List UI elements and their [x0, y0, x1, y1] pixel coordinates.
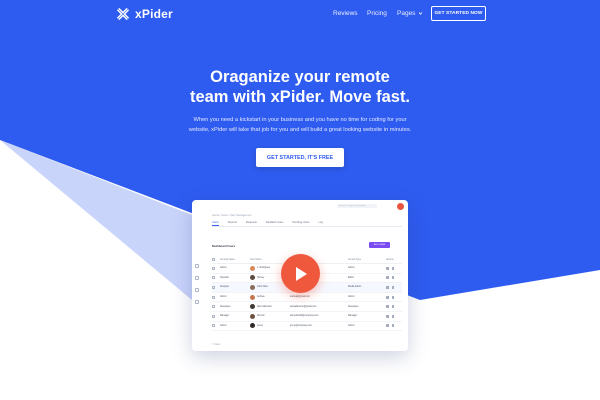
edit-icon	[391, 276, 394, 280]
row-email: andrea@gmail.com	[290, 296, 310, 299]
table-row: Manager Ahmed ahmedshah@company.com Manager	[212, 312, 402, 322]
row-checkbox	[212, 324, 220, 328]
row-actions	[386, 276, 402, 280]
table-row: Admin Jenny jenny@company.com Admin	[212, 322, 402, 332]
row-account-name: Developer	[220, 305, 231, 308]
row-access-type: Editor	[348, 276, 355, 279]
preview-add-user-button: ADD USER	[369, 242, 390, 248]
row-actions	[386, 324, 402, 328]
edit-icon	[391, 285, 394, 289]
row-checkbox	[212, 314, 220, 318]
row-user: Ahmed	[250, 313, 290, 319]
trash-icon	[386, 314, 389, 318]
col-user-name: User Name	[250, 258, 262, 261]
row-checkbox	[212, 276, 220, 280]
nav-link-reviews[interactable]: Reviews	[333, 10, 358, 17]
nav-dropdown-pages[interactable]: Pages	[397, 10, 423, 17]
col-access-type: Access Type	[348, 258, 361, 261]
avatar	[250, 275, 255, 281]
hero-subtext: When you need a kickstart in your busine…	[170, 116, 430, 135]
row-access-type: Admin	[348, 267, 355, 270]
subtext-line-1: When you need a kickstart in your busine…	[193, 117, 407, 123]
row-email: jenny@company.com	[290, 324, 312, 327]
edit-icon	[391, 314, 394, 318]
brand-name: xPider	[135, 7, 173, 21]
avatar	[250, 284, 255, 290]
avatar	[250, 313, 255, 319]
col-account-name: Account Name	[220, 258, 236, 261]
row-access-type: Media Admin	[348, 286, 362, 289]
table-row: Developer Sam Adamson samadamson@gmail.com…	[212, 302, 402, 312]
row-account-name: Operator	[220, 276, 230, 279]
preview-tab-divider	[212, 226, 402, 227]
row-account-name: Designer	[220, 286, 230, 289]
get-started-now-button[interactable]: GET STARTED NOW	[431, 6, 486, 21]
trash-icon	[386, 266, 389, 270]
headline-line-2: team with xPider. Move fast.	[189, 88, 411, 106]
sidebar-home-icon	[195, 264, 199, 268]
row-user: Sam Adamson	[250, 304, 290, 310]
row-actions	[386, 285, 402, 289]
hero-headline: Oraganize your remote team with xPider. …	[150, 67, 450, 107]
chevron-down-icon	[419, 12, 423, 15]
row-access-type: Admin	[348, 324, 355, 327]
row-access-type: Admin	[348, 296, 355, 299]
subtext-line-2: website, xPider will take that job for y…	[188, 126, 412, 133]
row-user: Andrea	[250, 294, 290, 300]
row-account-name: Admin	[220, 324, 227, 327]
xpider-logo-icon	[116, 7, 130, 21]
row-account-name: Admin	[220, 267, 227, 270]
preview-user-avatar	[397, 203, 404, 210]
preview-search-input: Search or type a command	[337, 204, 377, 208]
trash-icon	[386, 276, 389, 280]
avatar	[250, 323, 255, 329]
edit-icon	[391, 324, 394, 328]
avatar	[250, 265, 255, 271]
row-checkbox	[212, 295, 220, 299]
table-row: Admin Andrea andrea@gmail.com Admin	[212, 293, 402, 303]
sidebar-settings-icon	[195, 300, 199, 304]
avatar	[250, 304, 255, 310]
edit-icon	[391, 305, 394, 309]
row-actions	[386, 305, 402, 309]
get-started-free-button[interactable]: GET STARTED, IT'S FREE	[256, 148, 344, 167]
play-icon	[295, 266, 307, 281]
sidebar-users-icon	[195, 276, 199, 280]
preview-section-title: Dashboard Users	[212, 244, 236, 248]
trash-icon	[386, 285, 389, 289]
sidebar-chart-icon	[195, 288, 199, 292]
row-checkbox	[212, 285, 220, 289]
row-account-name: Manager	[220, 315, 230, 318]
row-access-type: Manager	[348, 315, 358, 318]
headline-line-1: Oraganize your remote	[210, 68, 390, 86]
row-actions	[386, 314, 402, 318]
edit-icon	[391, 295, 394, 299]
preview-breadcrumb: Home / Users / User Management	[212, 214, 252, 217]
avatar	[250, 294, 255, 300]
trash-icon	[386, 295, 389, 299]
row-account-name: Admin	[220, 296, 227, 299]
play-video-button[interactable]	[281, 254, 320, 293]
row-checkbox	[212, 305, 220, 309]
preview-footer-count: 7 Users	[212, 343, 221, 346]
nav-link-pricing[interactable]: Pricing	[367, 10, 387, 17]
row-checkbox	[212, 266, 220, 270]
row-email: samadamson@gmail.com	[290, 305, 317, 308]
row-user: Jenny	[250, 323, 290, 329]
row-email: ahmedshah@company.com	[290, 315, 319, 318]
row-actions	[386, 266, 402, 270]
trash-icon	[386, 305, 389, 309]
top-navbar: xPider Reviews Pricing Pages GET STARTED…	[0, 0, 600, 30]
trash-icon	[386, 324, 389, 328]
preview-sidebar-icons	[195, 264, 199, 304]
row-actions	[386, 295, 402, 299]
row-access-type: Developer	[348, 305, 359, 308]
row-user: John Fabe	[250, 284, 290, 290]
col-actions: Actions	[386, 258, 394, 261]
edit-icon	[391, 266, 394, 270]
brand-logo[interactable]: xPider	[116, 7, 173, 21]
nav-pages-label: Pages	[397, 10, 416, 17]
